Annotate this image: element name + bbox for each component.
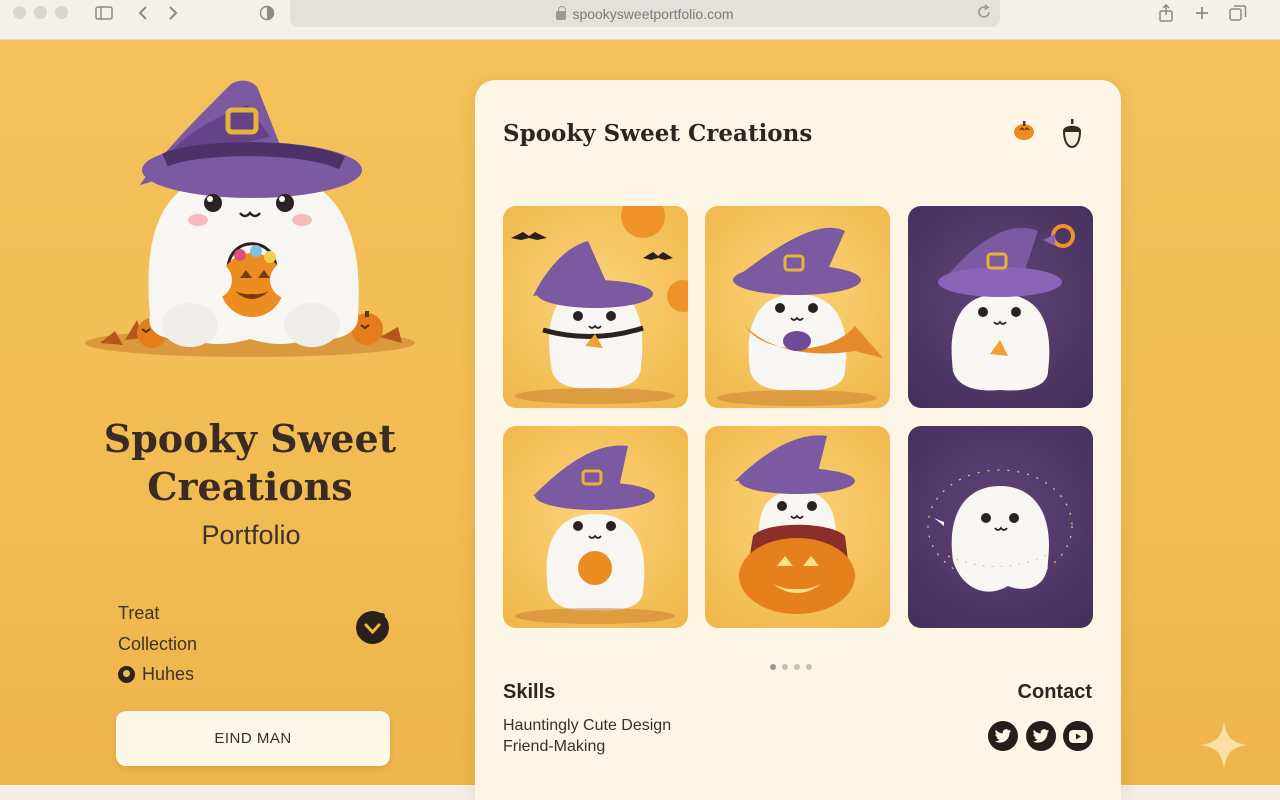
hero-title: Spooky Sweet Creations	[103, 416, 397, 509]
portfolio-card: Spooky Sweet Creations Skills Hauntingly…	[475, 80, 1121, 800]
treat-line: Treat	[118, 603, 160, 623]
ghost-mascot-illustration	[85, 80, 415, 357]
url-text: spookysweetportfolio.com	[572, 5, 734, 22]
pumpkin-icon[interactable]	[1012, 118, 1036, 142]
treat-collection-text: Treat Collection	[118, 598, 197, 660]
twitter-icon[interactable]	[1026, 721, 1056, 751]
skill-item: Hauntingly Cute Design	[503, 717, 672, 734]
window-close-button[interactable]	[13, 6, 26, 19]
gallery-tile-ghost-pumpkin[interactable]	[705, 426, 890, 628]
address-bar[interactable]: spookysweetportfolio.com	[290, 0, 1000, 27]
youtube-icon[interactable]	[1063, 721, 1093, 751]
huhes-label: Huhes	[142, 664, 195, 684]
gallery-pager[interactable]	[770, 664, 812, 670]
find-more-button[interactable]: EIND MAN	[116, 711, 390, 766]
huhes-item: Huhes	[118, 664, 194, 685]
gallery-tile-ghost-cape[interactable]	[705, 206, 890, 408]
hero-subtitle: Portfolio	[201, 520, 301, 550]
new-tab-icon[interactable]	[1191, 3, 1213, 23]
forward-icon[interactable]	[162, 3, 184, 23]
share-icon[interactable]	[1155, 3, 1177, 23]
privacy-shield-icon[interactable]	[256, 3, 278, 23]
acorn-icon[interactable]	[1060, 118, 1084, 150]
collection-line: Collection	[118, 634, 198, 654]
twitter-icon[interactable]	[988, 721, 1018, 751]
lock-icon	[556, 6, 567, 20]
contact-heading: Contact	[1017, 681, 1092, 703]
pager-dot[interactable]	[806, 664, 812, 670]
gallery-tile-ghost-lights[interactable]	[908, 426, 1093, 628]
sparkle-icon	[1200, 721, 1248, 769]
pager-dot[interactable]	[770, 664, 776, 670]
chevron-badge-icon[interactable]	[356, 611, 389, 644]
sidebar-toggle-icon[interactable]	[93, 3, 115, 23]
card-title: Spooky Sweet Creations	[503, 120, 813, 147]
browser-toolbar: spookysweetportfolio.com	[0, 0, 1280, 40]
gallery-tile-ghost-purple[interactable]	[908, 206, 1093, 408]
round-icon	[118, 666, 135, 683]
tab-overview-icon[interactable]	[1227, 3, 1249, 23]
gallery-tile-ghost-bucket[interactable]	[503, 426, 688, 628]
pager-dot[interactable]	[794, 664, 800, 670]
window-minimize-button[interactable]	[34, 6, 47, 19]
skills-heading: Skills	[503, 681, 556, 703]
skill-item: Friend-Making	[503, 738, 606, 755]
window-zoom-button[interactable]	[55, 6, 68, 19]
reload-icon[interactable]	[976, 4, 992, 24]
pager-dot[interactable]	[782, 664, 788, 670]
gallery-tile-ghost-bats[interactable]	[503, 206, 688, 408]
back-icon[interactable]	[132, 3, 154, 23]
